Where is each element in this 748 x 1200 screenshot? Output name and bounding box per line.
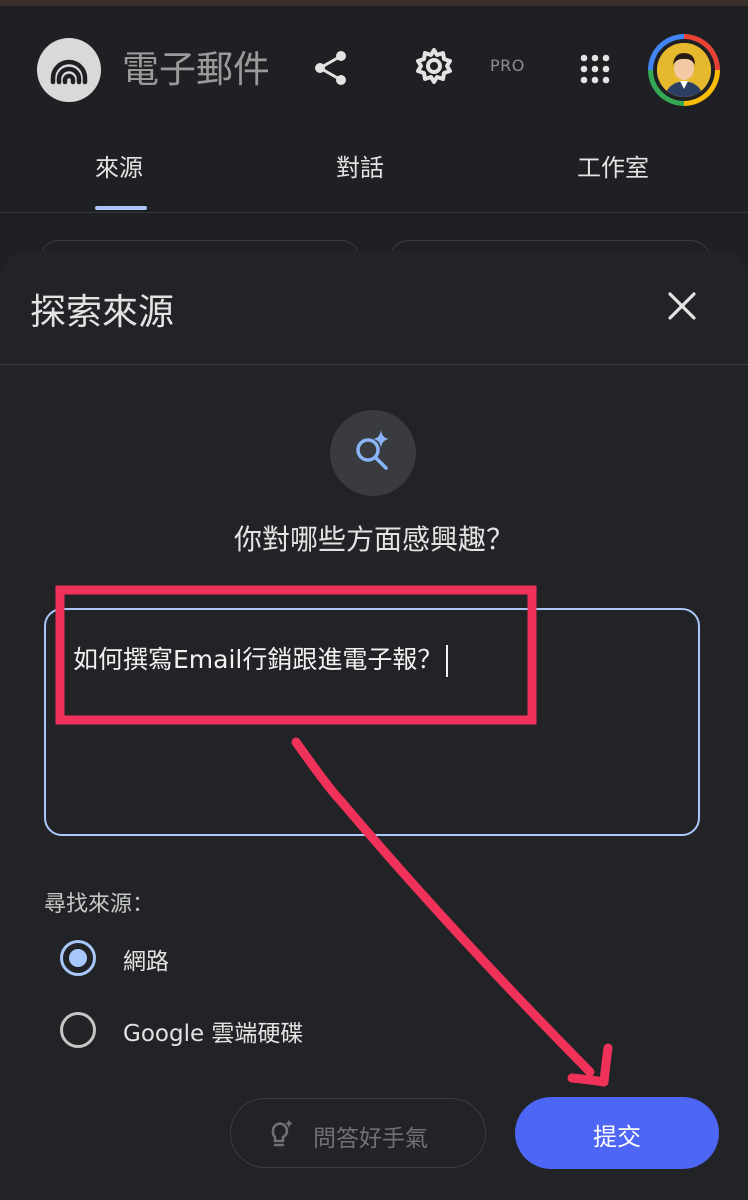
tab-studio[interactable]: 工作室: [577, 148, 649, 183]
tab-bar: 來源 對話 工作室: [0, 126, 748, 213]
gear-icon[interactable]: [414, 46, 454, 86]
source-option-label: Google 雲端硬碟: [123, 1021, 304, 1047]
user-avatar-icon: [657, 43, 711, 97]
close-icon[interactable]: [664, 288, 700, 324]
notebook-title[interactable]: 電子郵件: [122, 42, 268, 98]
pro-badge: PRO: [490, 56, 525, 75]
radio-unselected[interactable]: [60, 1012, 96, 1048]
lightbulb-spark-icon: [265, 1117, 295, 1149]
discover-sources-sheet: 探索來源 你對哪些方面感興趣？ 如何撰寫Email行銷跟進電子報？ 尋找來源： …: [0, 250, 748, 1200]
source-option-label: 網路: [123, 949, 169, 975]
search-spark-icon: [330, 410, 416, 496]
tab-chat[interactable]: 對話: [336, 148, 384, 183]
avatar[interactable]: [648, 34, 720, 106]
active-tab-indicator: [95, 206, 147, 210]
question-heading: 你對哪些方面感興趣？: [233, 523, 514, 556]
find-sources-label: 尋找來源：: [44, 892, 155, 917]
submit-label: 提交: [593, 1123, 641, 1151]
feeling-lucky-button[interactable]: 問答好手氣: [230, 1098, 486, 1168]
text-caret: [446, 645, 449, 677]
apps-grid-icon[interactable]: [580, 54, 610, 84]
sheet-title: 探索來源: [30, 292, 175, 333]
notebook-logo-icon[interactable]: [37, 38, 101, 102]
tab-sources[interactable]: 來源: [95, 148, 143, 183]
topic-input-value: 如何撰寫Email行銷跟進電子報？: [73, 640, 449, 677]
divider: [0, 364, 748, 365]
radio-selected[interactable]: [60, 940, 96, 976]
topic-input[interactable]: 如何撰寫Email行銷跟進電子報？: [44, 608, 700, 836]
share-icon[interactable]: [312, 48, 350, 88]
app-bar: 電子郵件 PRO: [0, 6, 748, 126]
submit-button[interactable]: 提交: [515, 1097, 719, 1169]
feeling-lucky-label: 問答好手氣: [313, 1126, 428, 1152]
